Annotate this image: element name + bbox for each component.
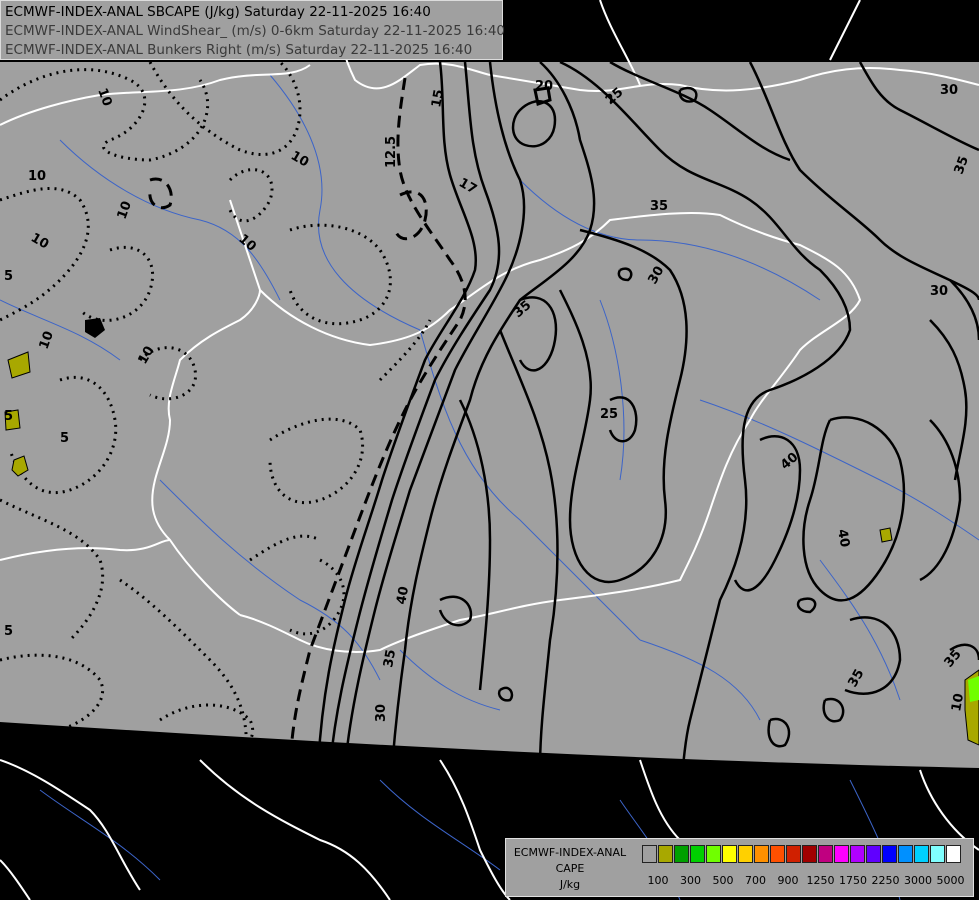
shear-label: 15 [429,88,447,108]
legend-swatch [946,845,961,863]
legend-swatch [914,845,929,863]
bunkers-label: 40 [394,585,412,605]
legend-swatch [658,845,673,863]
legend-title-line: J/kg [559,878,581,891]
legend-swatch [754,845,769,863]
bunkers-label: 30 [374,704,389,722]
legend-title-line: CAPE [555,862,585,875]
legend-swatch [802,845,817,863]
legend-tick-label: 2250 [871,874,900,887]
legend-tick-label: 300 [680,874,701,887]
bunkers-label: 30 [940,83,958,98]
bunkers-label: 35 [381,648,399,668]
legend-swatch [770,845,785,863]
legend-title-line: ECMWF-INDEX-ANAL [513,846,627,859]
legend-swatch [690,845,705,863]
legend-tick-label: 1750 [839,874,867,887]
legend-swatch [818,845,833,863]
map-title-box: ECMWF-INDEX-ANAL SBCAPE (J/kg) Saturday … [0,0,505,60]
shear-label: 10 [28,169,46,184]
data-domain [0,62,979,768]
bunkers-label: 10 [949,692,967,712]
legend-swatch [882,845,897,863]
legend-swatch [706,845,721,863]
cape-legend: ECMWF-INDEX-ANAL CAPE J/kg 100 300 500 700 9… [505,838,974,897]
title-line-bunkers: ECMWF-INDEX-ANAL Bunkers Right (m/s) Sat… [5,42,473,58]
shear-label: 5 [4,269,13,284]
legend-tick-label: 3000 [904,874,932,887]
legend-tick-label: 900 [777,874,799,887]
map-stage: 10 10 10 10 10 10 10 5 5 5 5 10 5 10 12.… [0,0,979,900]
bunkers-label: 35 [650,199,668,214]
legend-title: ECMWF-INDEX-ANAL CAPE J/kg [510,845,630,893]
bunkers-label: 25 [600,407,618,422]
legend-swatch [738,845,753,863]
shear-label: 5 [4,409,13,424]
legend-tick-label: 700 [745,874,766,887]
legend-tick-label: 5000 [936,874,965,887]
shear-label: 10 [120,747,138,762]
shear-label: 5 [60,431,69,446]
legend-swatch [674,845,689,863]
shear-label: 5 [4,624,13,639]
legend-swatch [930,845,945,863]
cape-green-patch [968,676,979,702]
legend-swatch [866,845,881,863]
shear-label: 5 [4,724,13,739]
title-line-cape: ECMWF-INDEX-ANAL SBCAPE (J/kg) Saturday … [5,4,431,20]
legend-swatch [898,845,913,863]
shear-label: 20 [535,79,553,94]
shear-label: 12.5 [384,136,399,168]
legend-tick-label: 1250 [806,874,835,887]
legend-swatch [850,845,865,863]
legend-swatches [642,845,962,863]
map-canvas: 10 10 10 10 10 10 10 5 5 5 5 10 5 10 12.… [0,0,979,900]
bunkers-label: 40 [834,528,852,548]
legend-ticks: 100 300 500 700 900 1250 1750 2250 3000 5000 [642,874,972,890]
title-line-windshear: ECMWF-INDEX-ANAL WindShear_ (m/s) 0-6km … [5,23,505,39]
legend-swatch [786,845,801,863]
legend-swatch [722,845,737,863]
legend-tick-label: 500 [712,874,734,887]
legend-tick-label: 100 [647,874,669,887]
legend-swatch [834,845,849,863]
bunkers-label: 30 [930,284,948,299]
legend-swatch [642,845,657,863]
